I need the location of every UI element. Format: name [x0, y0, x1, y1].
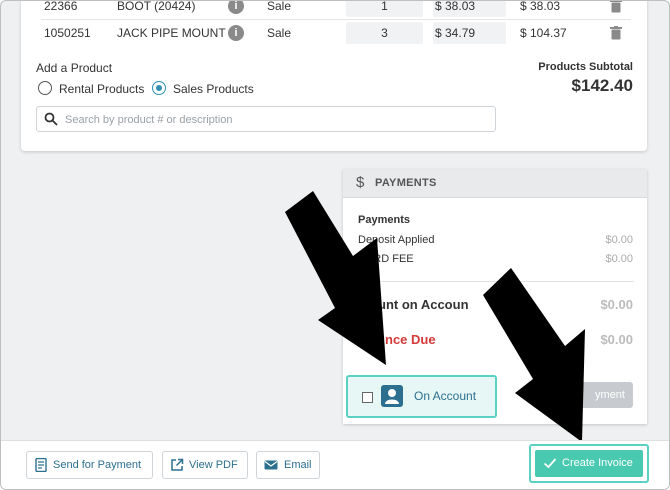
on-account-checkbox[interactable]: [362, 392, 373, 403]
view-pdf-button[interactable]: View PDF: [162, 451, 248, 479]
payments-divider: [358, 281, 634, 282]
rental-products-radio[interactable]: [38, 81, 52, 95]
user-icon: [381, 385, 403, 407]
deposit-applied-value: $0.00: [605, 234, 633, 246]
info-icon[interactable]: i: [228, 25, 244, 41]
external-link-icon: [171, 458, 184, 471]
products-subtotal-label: Products Subtotal: [538, 61, 633, 73]
balance-due-label: nce Due: [385, 332, 436, 347]
product-search-input[interactable]: [63, 109, 487, 131]
search-icon: [44, 112, 58, 126]
product-search-box[interactable]: [36, 106, 496, 132]
quantity-field[interactable]: 1: [346, 1, 423, 17]
create-invoice-label: Create Invoice: [562, 457, 633, 469]
products-subtotal-value: $142.40: [571, 76, 633, 95]
line-total: $ 38.03: [520, 0, 561, 13]
product-number: 1050251: [44, 26, 91, 40]
make-payment-button[interactable]: yment: [575, 382, 633, 408]
send-for-payment-label: Send for Payment: [53, 459, 142, 471]
product-number: 22366: [44, 0, 78, 13]
send-for-payment-button[interactable]: Send for Payment: [26, 451, 153, 479]
rental-products-label[interactable]: Rental Products: [59, 82, 144, 96]
product-description: JACK PIPE MOUNT: [117, 26, 226, 40]
table-row: 22366 BOOT (20424) i Sale 1 $ 38.03 $ 38…: [21, 0, 647, 20]
payments-section-title: Payments: [358, 214, 410, 226]
sales-products-label[interactable]: Sales Products: [173, 82, 254, 96]
amount-on-account-value: $0.00: [600, 297, 633, 312]
quantity-field[interactable]: 3: [346, 22, 423, 44]
card-fee-label: CARD FEE: [358, 253, 414, 265]
product-type: Sale: [267, 26, 292, 40]
balance-due-value: $0.00: [600, 332, 633, 347]
on-account-option[interactable]: On Account: [346, 375, 497, 418]
mail-icon: [264, 460, 278, 470]
sales-products-radio[interactable]: [152, 81, 166, 95]
check-icon: [543, 458, 557, 469]
view-pdf-label: View PDF: [189, 459, 238, 471]
info-icon[interactable]: i: [228, 1, 244, 14]
card-fee-value: $0.00: [605, 253, 633, 265]
price-field[interactable]: $ 34.79: [433, 22, 506, 44]
receipt-icon: [35, 458, 47, 472]
product-type: Sale: [267, 0, 292, 13]
product-description: BOOT (20424): [117, 0, 196, 13]
trash-icon[interactable]: [609, 26, 623, 40]
trash-icon[interactable]: [609, 0, 623, 13]
payments-title: PAYMENTS: [375, 177, 437, 189]
email-label: Email: [284, 459, 312, 471]
products-card: 22366 BOOT (20424) i Sale 1 $ 38.03 $ 38…: [21, 0, 647, 151]
table-row: 1050251 JACK PIPE MOUNT i Sale 3 $ 34.79…: [21, 19, 647, 47]
payments-header: $ PAYMENTS: [343, 169, 647, 198]
line-total: $ 104.37: [520, 26, 567, 40]
create-invoice-highlight: Create Invoice: [529, 444, 649, 483]
dollar-icon: $: [356, 174, 365, 191]
add-product-title: Add a Product: [36, 61, 113, 75]
email-button[interactable]: Email: [256, 451, 320, 479]
invoice-screen: 22366 BOOT (20424) i Sale 1 $ 38.03 $ 38…: [0, 0, 670, 490]
price-field[interactable]: $ 38.03: [433, 1, 506, 17]
amount-on-account-label: unt on Accoun: [378, 297, 469, 312]
on-account-label[interactable]: On Account: [414, 389, 476, 403]
create-invoice-button[interactable]: Create Invoice: [535, 450, 643, 477]
deposit-applied-label: Deposit Applied: [358, 234, 435, 246]
